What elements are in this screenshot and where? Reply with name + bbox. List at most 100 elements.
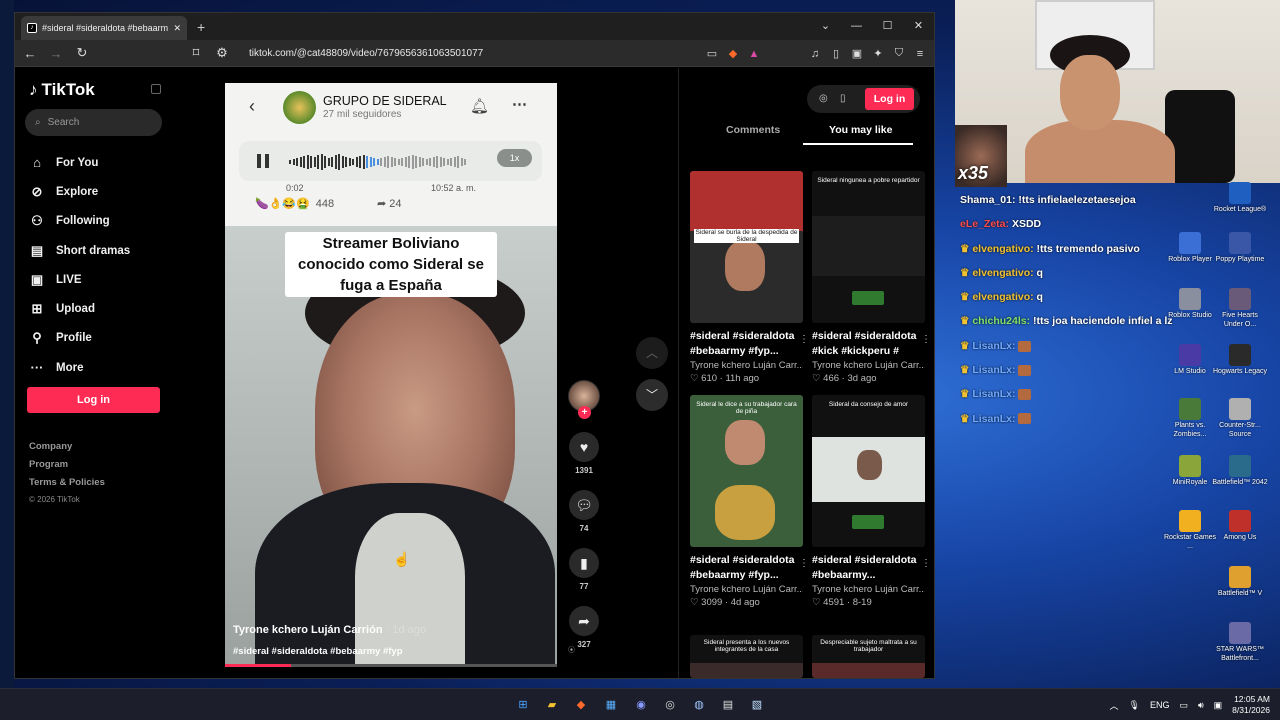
desktop-icon[interactable]: LM Studio: [1162, 344, 1218, 376]
browser-tab[interactable]: ♪ #sideral #sideraldota #bebaarmy ✕: [21, 16, 187, 40]
new-tab-button[interactable]: +: [197, 19, 205, 35]
file-explorer-icon[interactable]: ▰: [543, 696, 561, 714]
recommended-video-card[interactable]: Sideral da consejo de amor #sideral #sid…: [812, 395, 931, 608]
site-info-icon[interactable]: ⚙: [215, 45, 229, 61]
vpn-shield-icon[interactable]: ⛉: [893, 47, 905, 60]
card-menu-icon[interactable]: ⋮: [921, 558, 931, 569]
recommended-video-card[interactable]: Sideral presenta a los nuevos integrante…: [690, 635, 803, 678]
video-player[interactable]: ‹ GRUPO DE SIDERAL 27 mil seguidores 🔔︎ …: [225, 83, 557, 667]
music-disc-icon[interactable]: ⦿: [568, 645, 600, 661]
maximize-button[interactable]: ☐: [872, 13, 903, 40]
tab-you-may-like[interactable]: You may like: [829, 124, 892, 136]
close-tab-icon[interactable]: ✕: [173, 23, 181, 34]
waveform: [289, 154, 479, 170]
notification-icon[interactable]: ▣: [1214, 700, 1223, 711]
sidebar-item-short-dramas[interactable]: ▤ Short dramas: [29, 236, 130, 265]
minimize-button[interactable]: —: [841, 13, 872, 40]
footer-terms-link[interactable]: Terms & Policies: [29, 477, 105, 488]
login-button[interactable]: Log in: [27, 387, 160, 413]
tray-chevron-icon[interactable]: ︿: [1110, 699, 1119, 712]
desktop-icon[interactable]: Battlefield™ 2042: [1212, 455, 1268, 487]
language-indicator[interactable]: ENG: [1150, 700, 1170, 710]
url-field[interactable]: tiktok.com/@cat48809/video/7679656361063…: [249, 48, 483, 59]
share-button[interactable]: ➦: [569, 606, 599, 636]
follow-plus-icon[interactable]: +: [578, 406, 591, 419]
steam-icon[interactable]: ◍: [690, 696, 708, 714]
desktop-icon[interactable]: Counter-Str... Source: [1212, 398, 1268, 439]
desktop-icon[interactable]: Rockstar Games ...: [1162, 510, 1218, 551]
microphone-icon[interactable]: 🎙︎: [1129, 700, 1140, 711]
desktop-icon[interactable]: Battlefield™ V: [1212, 566, 1268, 598]
start-icon[interactable]: ⊞: [514, 696, 532, 714]
coin-icon[interactable]: ◎: [819, 93, 828, 104]
card-author: Tyrone kchero Luján Carr...: [690, 360, 803, 371]
desktop-icon[interactable]: Poppy Playtime: [1212, 232, 1268, 264]
tab-comments[interactable]: Comments: [726, 124, 780, 136]
app-icon[interactable]: ▧: [748, 696, 766, 714]
card-menu-icon[interactable]: ⋮: [799, 558, 809, 569]
brave-icon[interactable]: ◆: [572, 696, 590, 714]
comment-button[interactable]: 💬︎: [569, 490, 599, 520]
photos-icon[interactable]: ▦: [602, 696, 620, 714]
previous-video-button[interactable]: ︿: [636, 337, 668, 369]
reload-icon[interactable]: ↻: [75, 45, 89, 61]
desktop-icon[interactable]: Rocket League®: [1212, 182, 1268, 214]
forward-icon[interactable]: →: [49, 46, 63, 61]
obs-icon[interactable]: ◎: [661, 696, 679, 714]
back-icon[interactable]: ←: [23, 46, 37, 61]
tiktok-logo[interactable]: ♪ TikTok: [29, 80, 95, 100]
desktop-icon[interactable]: Roblox Player: [1162, 232, 1218, 264]
video-progress-bar[interactable]: [225, 664, 557, 667]
recommended-video-card[interactable]: Sideral se burla de la despedida de Side…: [690, 171, 809, 384]
desktop-icon[interactable]: Among Us: [1212, 510, 1268, 542]
sidebar-item-profile[interactable]: ⚲ Profile: [29, 324, 130, 353]
desktop-icon-label: Poppy Playtime: [1215, 256, 1265, 263]
desktop-icon[interactable]: Hogwarts Legacy: [1212, 344, 1268, 376]
network-icon[interactable]: ▭: [1179, 700, 1188, 711]
sidebar-item-for-you[interactable]: ⌂ For You: [29, 148, 130, 177]
card-menu-icon[interactable]: ⋮: [799, 334, 809, 345]
discord-icon[interactable]: ◉: [632, 696, 650, 714]
cast-icon[interactable]: ▭: [706, 47, 718, 60]
music-icon[interactable]: ♫: [809, 48, 821, 60]
sidebar-item-explore[interactable]: ⊘ Explore: [29, 177, 130, 206]
wallet-icon[interactable]: ▣: [851, 47, 863, 60]
volume-icon[interactable]: 🔊︎: [1198, 700, 1204, 711]
bookmark-icon[interactable]: ⌑: [189, 45, 203, 61]
device-icon[interactable]: ▯: [840, 93, 846, 104]
video-author[interactable]: Tyrone kchero Luján Carrión · 1d ago: [233, 624, 426, 636]
search-input[interactable]: ⌕ Search: [25, 109, 162, 136]
sidebar-item-following[interactable]: ⚇ Following: [29, 207, 130, 236]
brave-shields-icon[interactable]: ◆: [727, 47, 739, 60]
desktop-icon[interactable]: MiniRoyale: [1162, 455, 1218, 487]
sidebar-item-upload[interactable]: ⊞ Upload: [29, 294, 130, 323]
save-button[interactable]: ▮: [569, 548, 599, 578]
sidebar-item-more[interactable]: ··· More: [29, 353, 130, 382]
card-title: #sideral #sideraldota #bebaarmy #fyp...: [690, 553, 803, 583]
card-menu-icon[interactable]: ⋮: [921, 334, 931, 345]
footer-company-link[interactable]: Company: [29, 441, 72, 452]
login-top-button[interactable]: Log in: [865, 88, 914, 110]
creator-avatar[interactable]: +: [568, 380, 600, 419]
leo-ai-icon[interactable]: ✦: [872, 47, 884, 60]
desktop-icon[interactable]: Five Hearts Under O...: [1212, 288, 1268, 329]
menu-icon[interactable]: ≡: [914, 48, 926, 60]
like-button[interactable]: ♥: [569, 432, 599, 462]
next-video-button[interactable]: ﹀: [636, 379, 668, 411]
recommended-video-card[interactable]: Sideral ninguneа a pobre repartidor #sid…: [812, 171, 931, 384]
desktop-icon[interactable]: Plants vs. Zombies...: [1162, 398, 1218, 439]
recommended-video-card[interactable]: Sideral le dice a su trabajador cara de …: [690, 395, 809, 608]
brave-rewards-icon[interactable]: ▲: [748, 48, 760, 60]
recommended-video-card[interactable]: Despreciable sujeto maltrata a su trabaj…: [812, 635, 925, 678]
video-hashtags[interactable]: #sideral #sideraldota #bebaarmy #fyp: [233, 646, 403, 657]
tab-search-icon[interactable]: ⌄: [810, 13, 841, 40]
collapse-sidebar-icon[interactable]: [151, 84, 161, 94]
close-window-button[interactable]: ✕: [903, 13, 934, 40]
sidebar-icon[interactable]: ▯: [830, 47, 842, 60]
footer-program-link[interactable]: Program: [29, 459, 68, 470]
notepad-icon[interactable]: ▤: [719, 696, 737, 714]
clock[interactable]: 12:05 AM 8/31/2026: [1232, 694, 1270, 716]
desktop-icon[interactable]: Roblox Studio: [1162, 288, 1218, 320]
sidebar-item-live[interactable]: ▣ LIVE: [29, 265, 130, 294]
desktop-icon[interactable]: STAR WARS™ Battlefront...: [1212, 622, 1268, 663]
